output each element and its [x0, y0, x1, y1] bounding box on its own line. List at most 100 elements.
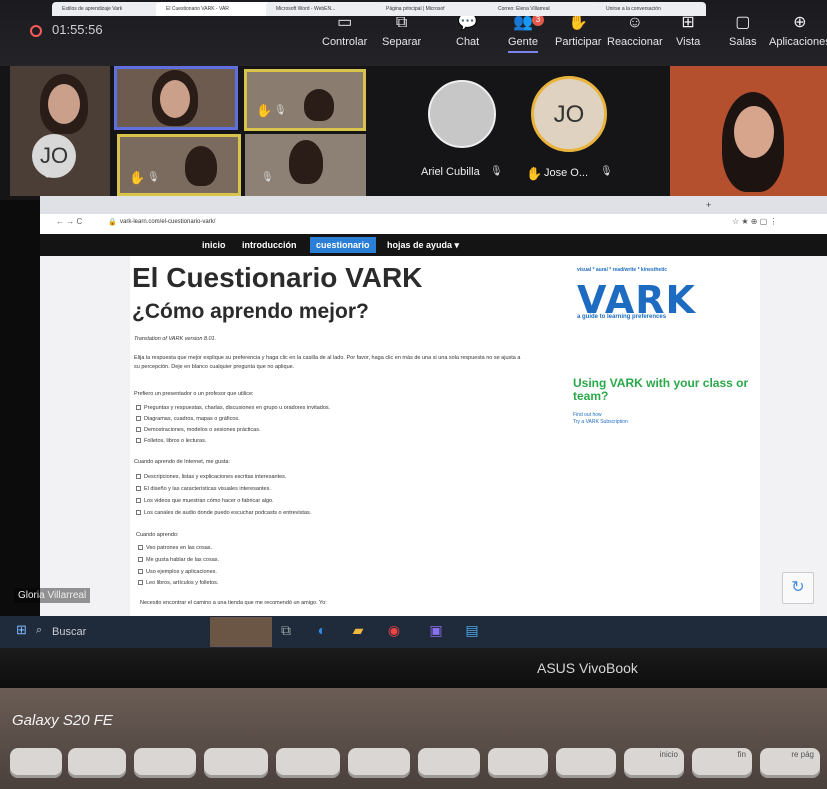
avatar: JO [531, 76, 607, 152]
mic-off-icon: 🎙 [274, 105, 287, 116]
nav-inicio[interactable]: inicio [202, 240, 226, 250]
question-3: Cuando aprendo: [136, 532, 179, 538]
task-view-icon[interactable]: ⧉ [276, 620, 296, 640]
mic-off-icon: 🎙 [490, 166, 503, 177]
video-tile[interactable]: 🎙 [245, 134, 366, 196]
rooms-icon: ▢ [735, 14, 751, 31]
keyboard-key [418, 748, 480, 778]
video-tile[interactable] [114, 66, 238, 130]
option-checkbox[interactable]: Demostraciones, modelos o sesiones práct… [136, 427, 260, 433]
recaptcha-icon[interactable]: ↻ [782, 572, 814, 604]
translation-note: Translation of VARK version 8.01. [134, 336, 217, 342]
option-checkbox[interactable]: Los canales de audio donde puedo escucha… [136, 510, 311, 516]
video-tile[interactable]: JO 🎙 [10, 66, 110, 196]
nav-hojas-de-ayuda[interactable]: hojas de ayuda ▾ [387, 240, 459, 251]
raised-hand-icon: ✋ [256, 103, 273, 118]
recording-icon [30, 25, 42, 37]
react-button[interactable]: ☺ Reaccionar [607, 14, 663, 48]
nav-cuestionario[interactable]: cuestionario [310, 237, 376, 253]
participant-hair [304, 89, 334, 121]
key-fin: fin [692, 748, 752, 778]
find-out-link[interactable]: Find out how [573, 412, 628, 419]
video-tile[interactable] [670, 66, 827, 200]
browser-tab[interactable]: Página principal | Microsof [376, 2, 494, 16]
raised-hand-icon: ✋ [526, 166, 543, 181]
windows-taskbar [0, 616, 827, 648]
participant-name: Ariel Cubilla [421, 166, 480, 178]
question-4: Necesito encontrar el camino a una tiend… [140, 600, 327, 606]
chat-icon: 💬 [457, 14, 478, 31]
screen-control-icon: ▭ [337, 14, 353, 31]
chat-button[interactable]: 💬 Chat [456, 14, 479, 48]
keyboard-key [134, 748, 196, 778]
keyboard-key [488, 748, 548, 778]
question-1: Prefiero un presentador o un profesor qu… [134, 391, 254, 397]
browser-tab[interactable]: Unirse a la conversación [596, 2, 706, 16]
question-2: Cuando aprendo de Internet, me gusta: [134, 459, 231, 465]
option-checkbox[interactable]: Preguntas y respuestas, charlas, discusi… [136, 405, 330, 411]
page-subtitle: ¿Cómo aprendo mejor? [132, 300, 369, 323]
keyboard-key [10, 748, 62, 778]
using-vark-heading: Using VARK with your class or team? [573, 376, 749, 403]
nav-introduccion[interactable]: introducción [242, 240, 297, 250]
view-button[interactable]: ⊞ Vista [676, 14, 700, 48]
mic-off-icon: 🎙 [40, 168, 53, 179]
participant-face [160, 80, 190, 118]
rooms-button[interactable]: ▢ Salas [729, 14, 757, 48]
browser-tab-active[interactable]: El Cuestionario VARK - VAR [156, 2, 272, 16]
back-icon[interactable]: ← → C [56, 217, 82, 226]
windows-start-icon[interactable]: ⊞ [16, 622, 27, 638]
option-checkbox[interactable]: Me gusta hablar de las cosas. [138, 557, 219, 563]
popout-icon: ⧉ [395, 14, 408, 31]
keyboard-key [348, 748, 410, 778]
popout-button[interactable]: ⧉ Separar [382, 14, 421, 48]
control-button[interactable]: ▭ Controlar [322, 14, 367, 48]
keyboard-key [556, 748, 616, 778]
lock-icon: 🔒 [108, 219, 117, 226]
browser-tab[interactable]: Microsoft Word - WebEN... [266, 2, 382, 16]
chrome-icon[interactable]: ◉ [384, 620, 404, 640]
participant-hair [289, 140, 323, 184]
video-tile[interactable]: ✋ 🎙 [244, 69, 366, 131]
overlay-participant-name: Gloria Villarreal [14, 588, 91, 603]
add-app-icon: ⊕ [793, 14, 807, 31]
browser-tab[interactable]: Correo: Elena Villarreal [488, 2, 602, 16]
keyboard-key [276, 748, 340, 778]
apps-button[interactable]: ⊕ Aplicaciones [769, 14, 827, 48]
option-checkbox[interactable]: Folletos, libros o lecturas. [136, 438, 206, 444]
file-explorer-icon[interactable]: ▰ [348, 620, 368, 640]
subscription-link[interactable]: Try a VARK Subscription [573, 419, 628, 426]
option-checkbox[interactable]: Leo libros, artículos y folletos. [138, 580, 218, 586]
camera-watermark: Galaxy S20 FE [12, 712, 113, 729]
participant-name: Jose O... [544, 167, 589, 179]
new-tab-icon[interactable]: + [706, 200, 711, 210]
browser-tab[interactable]: Estilos de aprendizaje Vark [52, 2, 162, 16]
teams-icon[interactable]: ▣ [426, 620, 446, 640]
page-title: El Cuestionario VARK [132, 262, 423, 293]
store-icon[interactable]: ▤ [462, 620, 482, 640]
browser-extensions-icons[interactable]: ☆ ★ ⊕ ▢ ⋮ [732, 217, 778, 226]
option-checkbox[interactable]: Veo patrones en las cosas. [138, 545, 212, 551]
taskbar-search[interactable]: Buscar [52, 626, 86, 638]
logo-subtitle: a guide to learning preferences [577, 314, 667, 320]
option-checkbox[interactable]: Los videos que muestran cómo hacer o fab… [136, 498, 274, 504]
laptop-bezel [0, 648, 827, 688]
participant-photo [428, 80, 496, 148]
url-field[interactable]: vark-learn.com/el-cuestionario-vark/ [120, 219, 215, 225]
grid-icon: ⊞ [681, 14, 695, 31]
video-tile[interactable]: ✋ 🎙 [117, 134, 241, 196]
option-checkbox[interactable]: Uso ejemplos y aplicaciones. [138, 569, 217, 575]
laptop-brand: ASUS VivoBook [537, 660, 638, 676]
option-checkbox[interactable]: Diagramas, cuadros, mapas o gráficos. [136, 416, 240, 422]
raise-hand-button[interactable]: ✋ Participar [555, 14, 601, 48]
video-gallery: JO 🎙 ✋ 🎙 ✋ 🎙 🎙 Ariel Cubilla 🎙 JO ✋ Jose… [0, 66, 827, 200]
edge-icon[interactable]: ◐ [312, 620, 332, 640]
smiley-icon: ☺ [626, 14, 643, 31]
sidebar-links: Find out how Try a VARK Subscription [573, 412, 628, 426]
keyboard-key [68, 748, 126, 778]
option-checkbox[interactable]: El diseño y las características visuales… [136, 486, 271, 492]
option-checkbox[interactable]: Descripciones, listas y explicaciones es… [136, 474, 286, 480]
taskbar-search-illustration [210, 617, 272, 647]
search-icon: ⌕ [36, 624, 43, 636]
mic-off-icon: 🎙 [261, 172, 274, 183]
